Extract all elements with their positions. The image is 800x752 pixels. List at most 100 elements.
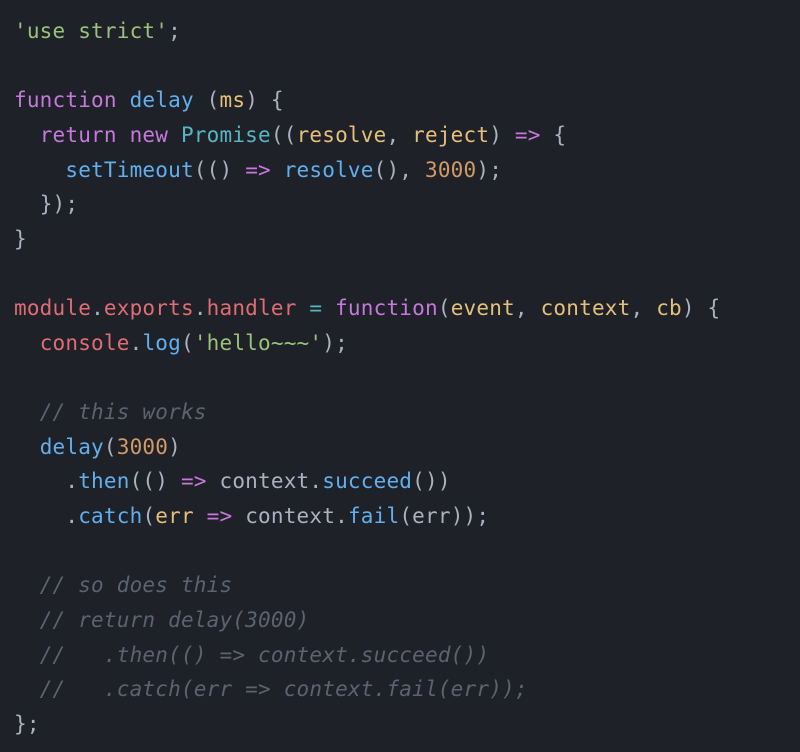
space: [322, 296, 335, 320]
comment: // so does this: [40, 573, 233, 597]
indent: [14, 608, 40, 632]
param-cb: cb: [656, 296, 682, 320]
function-delay: delay: [40, 435, 104, 459]
method-catch: catch: [78, 504, 142, 528]
keyword-function: function: [14, 88, 117, 112]
brace-close: });: [40, 192, 79, 216]
paren-close: ): [489, 123, 515, 147]
param-resolve: resolve: [297, 123, 387, 147]
code-line-4: return new Promise((resolve, reject) => …: [14, 118, 786, 153]
space: [194, 504, 207, 528]
property-exports: exports: [104, 296, 194, 320]
code-line-2: [14, 49, 786, 84]
paren: (),: [374, 158, 425, 182]
object-module: module: [14, 296, 91, 320]
dot: .: [309, 469, 322, 493]
arrow-icon: =>: [207, 504, 233, 528]
brace-close: }: [14, 227, 27, 251]
comma: ,: [386, 123, 412, 147]
code-line-15: .catch(err => context.fail(err));: [14, 499, 786, 534]
arrow-icon: =>: [245, 158, 271, 182]
paren-open: ((): [130, 469, 181, 493]
function-setTimeout: setTimeout: [65, 158, 193, 182]
paren-close: ) {: [682, 296, 721, 320]
dot: .: [65, 504, 78, 528]
comment: // .catch(err => context.fail(err));: [40, 677, 528, 701]
indent: [14, 192, 40, 216]
indent: [14, 400, 40, 424]
code-line-10: console.log('hello~~~');: [14, 326, 786, 361]
code-editor[interactable]: 'use strict'; function delay (ms) { retu…: [14, 14, 786, 741]
space: [168, 123, 181, 147]
string-literal: 'hello~~~': [194, 331, 322, 355]
dot: .: [91, 296, 104, 320]
comment: // return delay(3000): [40, 608, 310, 632]
code-line-16: [14, 534, 786, 569]
paren-open: (: [181, 331, 194, 355]
comma: ,: [515, 296, 541, 320]
paren-open: ((): [194, 158, 245, 182]
indent: [14, 331, 40, 355]
indent: [14, 123, 40, 147]
indent: [14, 469, 65, 493]
equals-operator: =: [309, 296, 322, 320]
brace-close: };: [14, 712, 40, 736]
dot: .: [65, 469, 78, 493]
space: [271, 158, 284, 182]
param-err: err: [155, 504, 194, 528]
comment: // .then(() => context.succeed()): [40, 643, 490, 667]
code-line-12: // this works: [14, 395, 786, 430]
paren-close: ));: [451, 504, 490, 528]
comma: ,: [631, 296, 657, 320]
code-line-19: // .then(() => context.succeed()): [14, 638, 786, 673]
indent: [14, 643, 40, 667]
keyword-return: return: [40, 123, 117, 147]
function-resolve: resolve: [284, 158, 374, 182]
indent: [14, 504, 65, 528]
arrow-icon: =>: [181, 469, 207, 493]
code-line-8: [14, 256, 786, 291]
code-line-20: // .catch(err => context.fail(err));: [14, 672, 786, 707]
arrow-icon: =>: [515, 123, 541, 147]
space: [232, 504, 245, 528]
number-literal: 3000: [117, 435, 168, 459]
code-line-7: }: [14, 222, 786, 257]
code-line-14: .then(() => context.succeed()): [14, 464, 786, 499]
code-line-9: module.exports.handler = function(event,…: [14, 291, 786, 326]
code-line-17: // so does this: [14, 568, 786, 603]
code-line-3: function delay (ms) {: [14, 83, 786, 118]
indent: [14, 158, 65, 182]
paren-open: ((: [271, 123, 297, 147]
paren-open: (: [399, 504, 412, 528]
function-name: delay: [130, 88, 194, 112]
paren-close: ) {: [245, 88, 284, 112]
property-handler: handler: [207, 296, 297, 320]
number-literal: 3000: [425, 158, 476, 182]
method-succeed: succeed: [322, 469, 412, 493]
code-line-13: delay(3000): [14, 430, 786, 465]
code-line-11: [14, 360, 786, 395]
param-context: context: [541, 296, 631, 320]
dot: .: [335, 504, 348, 528]
paren-open: (: [104, 435, 117, 459]
code-line-1: 'use strict';: [14, 14, 786, 49]
identifier-err: err: [412, 504, 451, 528]
paren-close: );: [476, 158, 502, 182]
dot: .: [194, 296, 207, 320]
method-log: log: [142, 331, 181, 355]
paren-close: ): [168, 435, 181, 459]
indent: [14, 435, 40, 459]
space: [117, 123, 130, 147]
paren-close: ()): [412, 469, 451, 493]
indent: [14, 677, 40, 701]
paren-open: (: [194, 88, 220, 112]
code-line-5: setTimeout(() => resolve(), 3000);: [14, 153, 786, 188]
paren-open: (: [438, 296, 451, 320]
param-ms: ms: [220, 88, 246, 112]
param-reject: reject: [412, 123, 489, 147]
code-line-6: });: [14, 187, 786, 222]
method-fail: fail: [348, 504, 399, 528]
semicolon: ;: [168, 19, 181, 43]
identifier-context: context: [220, 469, 310, 493]
keyword-new: new: [130, 123, 169, 147]
